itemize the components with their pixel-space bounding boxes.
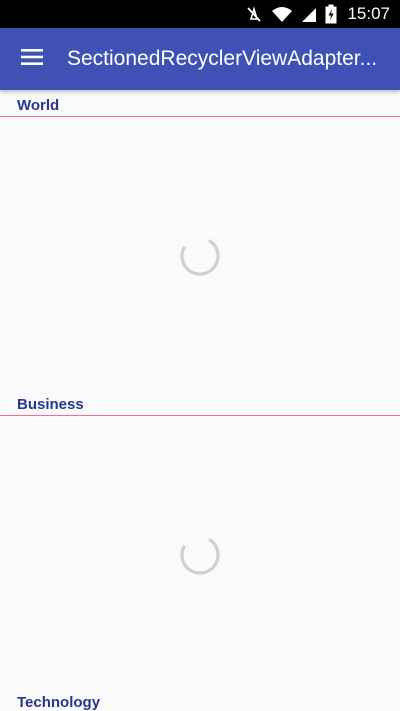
section-header: Business: [0, 389, 400, 416]
app-bar: SectionedRecyclerViewAdapter...: [0, 28, 400, 90]
section-business: Business: [0, 389, 400, 688]
section-header: Technology: [0, 687, 400, 711]
signal-icon: [301, 5, 317, 23]
status-time: 15:07: [347, 4, 390, 23]
section-title: World: [17, 97, 60, 114]
mute-icon: [245, 5, 263, 23]
loading-spinner-icon: [179, 235, 221, 277]
hamburger-menu-icon: [21, 48, 43, 70]
section-header: World: [0, 90, 400, 117]
menu-button[interactable]: [10, 37, 54, 81]
status-bar: 15:07: [0, 0, 400, 28]
section-title: Business: [17, 396, 84, 413]
section-technology: Technology: [0, 687, 400, 711]
wifi-icon: [271, 5, 293, 23]
sectioned-list[interactable]: World Business Technology: [0, 90, 400, 711]
loading-spinner-icon: [179, 534, 221, 576]
status-icons: 15:07: [245, 0, 390, 28]
app-title: SectionedRecyclerViewAdapter...: [67, 47, 378, 70]
section-loading-area: [0, 117, 400, 389]
battery-icon: [325, 4, 337, 24]
section-world: World: [0, 90, 400, 389]
section-loading-area: [0, 416, 400, 688]
section-title: Technology: [17, 694, 101, 711]
